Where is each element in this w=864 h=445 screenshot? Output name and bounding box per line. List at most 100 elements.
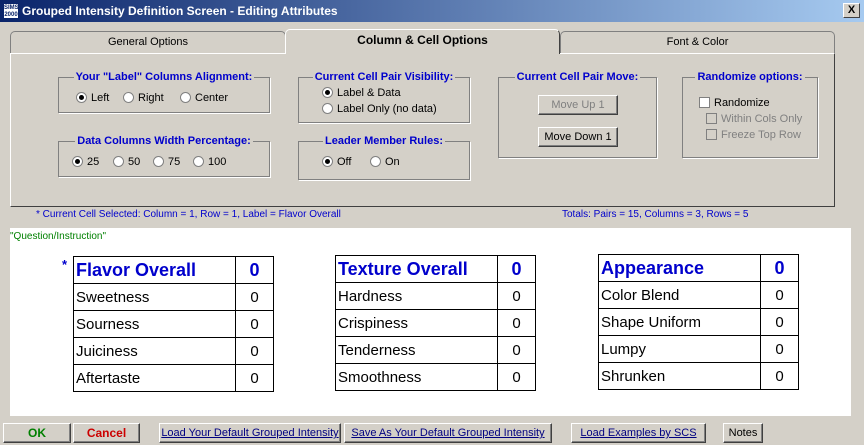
column-header-label[interactable]: Texture Overall: [335, 255, 498, 283]
column-header-row[interactable]: Appearance 0: [598, 254, 799, 282]
width-25-radio[interactable]: 25: [72, 156, 99, 169]
column-header-row[interactable]: Texture Overall 0: [335, 255, 536, 283]
table-row[interactable]: Juiciness 0: [73, 337, 274, 365]
checkbox-icon: [699, 97, 710, 108]
table-row[interactable]: Shrunken 0: [598, 362, 799, 390]
row-label[interactable]: Lumpy: [598, 335, 761, 363]
column-header-label[interactable]: Appearance: [598, 254, 761, 282]
tab-general-options[interactable]: General Options: [10, 31, 286, 53]
checkbox-icon: [706, 129, 717, 140]
row-label[interactable]: Aftertaste: [73, 364, 236, 392]
row-value[interactable]: 0: [497, 363, 536, 391]
attribute-column-1: Flavor Overall 0 Sweetness 0 Sourness 0 Ju…: [73, 256, 274, 392]
radio-selected-icon: [72, 156, 83, 167]
radio-icon: [180, 92, 191, 103]
row-label[interactable]: Smoothness: [335, 363, 498, 391]
data-width-group: Data Columns Width Percentage: 25 50 75 …: [58, 135, 270, 177]
move-down-button[interactable]: Move Down 1: [538, 127, 618, 147]
table-row[interactable]: Smoothness 0: [335, 363, 536, 391]
width-100-radio[interactable]: 100: [193, 156, 226, 169]
align-center-radio[interactable]: Center: [180, 92, 228, 105]
randomize-checkbox[interactable]: Randomize: [699, 97, 770, 110]
leader-on-radio[interactable]: On: [370, 156, 400, 169]
align-right-radio[interactable]: Right: [123, 92, 164, 105]
row-label[interactable]: Tenderness: [335, 336, 498, 364]
cell-move-title: Current Cell Pair Move:: [514, 71, 641, 83]
notes-button[interactable]: Notes: [723, 423, 763, 443]
column-header-value[interactable]: 0: [235, 256, 274, 284]
align-left-radio[interactable]: Left: [76, 92, 109, 105]
within-cols-checkbox[interactable]: Within Cols Only: [706, 113, 802, 126]
totals-status: Totals: Pairs = 15, Columns = 3, Rows = …: [562, 209, 749, 220]
column-header-value[interactable]: 0: [760, 254, 799, 282]
table-row[interactable]: Hardness 0: [335, 282, 536, 310]
row-label[interactable]: Crispiness: [335, 309, 498, 337]
column-header-label[interactable]: Flavor Overall: [73, 256, 236, 284]
width-50-radio[interactable]: 50: [113, 156, 140, 169]
randomize-title: Randomize options:: [695, 71, 805, 83]
load-default-button[interactable]: Load Your Default Grouped Intensity: [159, 423, 341, 443]
row-value[interactable]: 0: [497, 336, 536, 364]
radio-icon: [370, 156, 381, 167]
table-row[interactable]: Sourness 0: [73, 310, 274, 338]
row-value[interactable]: 0: [760, 308, 799, 336]
row-value[interactable]: 0: [760, 362, 799, 390]
cell-move-group: Current Cell Pair Move: Move Up 1 Move D…: [498, 71, 657, 158]
radio-icon: [322, 103, 333, 114]
table-row[interactable]: Lumpy 0: [598, 335, 799, 363]
label-alignment-title: Your "Label" Columns Alignment:: [73, 71, 255, 83]
table-row[interactable]: Shape Uniform 0: [598, 308, 799, 336]
selected-cell-marker: *: [62, 257, 68, 272]
row-value[interactable]: 0: [235, 364, 274, 392]
tab-column-cell-options[interactable]: Column & Cell Options: [285, 29, 560, 54]
table-row[interactable]: Crispiness 0: [335, 309, 536, 337]
row-label[interactable]: Hardness: [335, 282, 498, 310]
row-label[interactable]: Sweetness: [73, 283, 236, 311]
row-label[interactable]: Shape Uniform: [598, 308, 761, 336]
current-cell-status: * Current Cell Selected: Column = 1, Row…: [36, 209, 341, 220]
column-header-value[interactable]: 0: [497, 255, 536, 283]
question-instruction[interactable]: "Question/Instruction": [10, 231, 106, 242]
column-header-row[interactable]: Flavor Overall 0: [73, 256, 274, 284]
radio-icon: [113, 156, 124, 167]
row-value[interactable]: 0: [497, 309, 536, 337]
save-default-button[interactable]: Save As Your Default Grouped Intensity: [344, 423, 552, 443]
radio-icon: [153, 156, 164, 167]
close-button[interactable]: X: [843, 3, 860, 18]
data-width-title: Data Columns Width Percentage:: [75, 135, 253, 147]
load-examples-button[interactable]: Load Examples by SCS: [571, 423, 706, 443]
table-row[interactable]: Color Blend 0: [598, 281, 799, 309]
table-row[interactable]: Sweetness 0: [73, 283, 274, 311]
row-value[interactable]: 0: [760, 281, 799, 309]
row-label[interactable]: Juiciness: [73, 337, 236, 365]
cancel-button[interactable]: Cancel: [73, 423, 140, 443]
leader-rules-group: Leader Member Rules: Off On: [298, 135, 470, 180]
table-row[interactable]: Aftertaste 0: [73, 364, 274, 392]
radio-selected-icon: [76, 92, 87, 103]
visibility-label-only-radio[interactable]: Label Only (no data): [322, 103, 437, 116]
freeze-top-row-checkbox[interactable]: Freeze Top Row: [706, 129, 801, 142]
radio-selected-icon: [322, 87, 333, 98]
radio-selected-icon: [322, 156, 333, 167]
row-label[interactable]: Color Blend: [598, 281, 761, 309]
title-bar: SIMS 2000 Grouped Intensity Definition S…: [0, 0, 864, 22]
radio-icon: [193, 156, 204, 167]
attribute-column-3: Appearance 0 Color Blend 0 Shape Uniform 0…: [598, 254, 799, 390]
table-row[interactable]: Tenderness 0: [335, 336, 536, 364]
move-up-button[interactable]: Move Up 1: [538, 95, 618, 115]
visibility-label-data-radio[interactable]: Label & Data: [322, 87, 401, 100]
visibility-group: Current Cell Pair Visibility: Label & Da…: [298, 71, 470, 123]
ok-button[interactable]: OK: [3, 423, 71, 443]
row-value[interactable]: 0: [760, 335, 799, 363]
row-value[interactable]: 0: [497, 282, 536, 310]
visibility-title: Current Cell Pair Visibility:: [312, 71, 456, 83]
leader-off-radio[interactable]: Off: [322, 156, 351, 169]
row-label[interactable]: Sourness: [73, 310, 236, 338]
row-label[interactable]: Shrunken: [598, 362, 761, 390]
radio-icon: [123, 92, 134, 103]
tab-font-color[interactable]: Font & Color: [560, 31, 835, 53]
width-75-radio[interactable]: 75: [153, 156, 180, 169]
row-value[interactable]: 0: [235, 310, 274, 338]
row-value[interactable]: 0: [235, 283, 274, 311]
row-value[interactable]: 0: [235, 337, 274, 365]
